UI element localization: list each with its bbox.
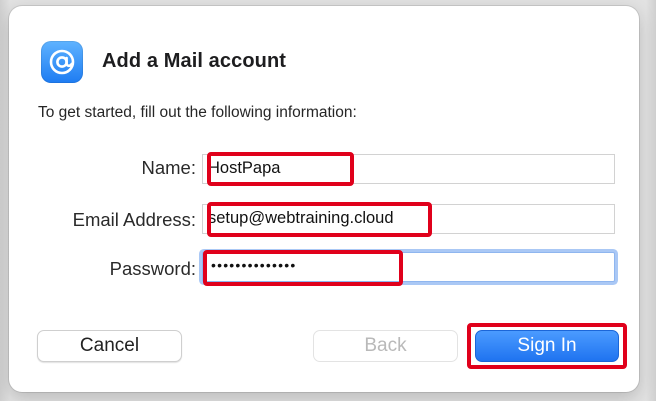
email-address-label: Email Address:: [72, 209, 196, 230]
name-field[interactable]: [202, 154, 615, 184]
password-label: Password:: [109, 258, 196, 279]
dialog-subtitle: To get started, fill out the following i…: [38, 104, 357, 121]
mail-at-icon: [41, 41, 83, 83]
add-mail-account-dialog: Add a Mail account To get started, fill …: [9, 6, 639, 392]
password-field[interactable]: [202, 252, 615, 282]
dialog-title: Add a Mail account: [102, 50, 287, 72]
name-label: Name:: [141, 157, 197, 178]
sign-in-button[interactable]: Sign In: [475, 330, 619, 362]
cancel-button[interactable]: Cancel: [37, 330, 182, 362]
back-button[interactable]: Back: [313, 330, 458, 362]
email-field[interactable]: [202, 204, 615, 234]
